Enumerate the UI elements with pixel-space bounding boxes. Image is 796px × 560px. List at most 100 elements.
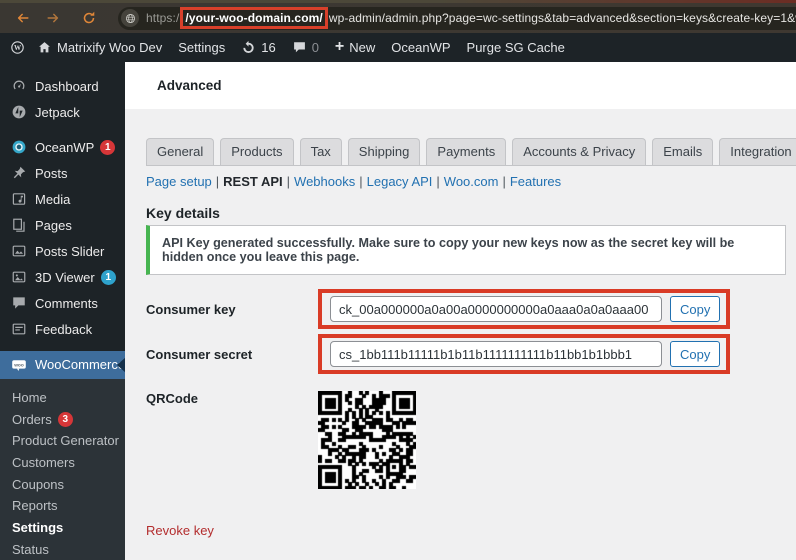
sidebar-item-label: Jetpack <box>35 105 80 120</box>
oceanwp-label: OceanWP <box>391 40 450 55</box>
submenu-item-label: Reports <box>12 498 58 513</box>
subtab-rest-api[interactable]: REST API <box>223 174 282 189</box>
count-badge: 1 <box>100 140 115 155</box>
tab-general[interactable]: General <box>146 138 214 165</box>
purge-cache-menu[interactable]: Purge SG Cache <box>467 40 565 55</box>
url-path: wp-admin/admin.php?page=wc-settings&tab=… <box>329 11 796 25</box>
tab-shipping[interactable]: Shipping <box>348 138 421 165</box>
sidebar-item-dashboard[interactable]: Dashboard <box>0 73 125 99</box>
consumer-key-row: Consumer key Copy <box>146 289 796 329</box>
count-badge: 1 <box>101 270 116 285</box>
subtab-separator: | <box>359 174 362 189</box>
submenu-item-settings[interactable]: Settings <box>0 517 125 539</box>
svg-text:W: W <box>14 44 21 52</box>
comment-bubble-icon <box>292 40 307 55</box>
tab-emails[interactable]: Emails <box>652 138 713 165</box>
submenu-item-product-generator[interactable]: Product Generator <box>0 430 125 452</box>
submenu-item-label: Settings <box>12 520 63 535</box>
sidebar-item-posts-slider[interactable]: Posts Slider <box>0 238 125 264</box>
submenu-item-label: Customers <box>12 455 75 470</box>
settings-menu[interactable]: Settings <box>178 40 225 55</box>
forward-icon[interactable] <box>42 7 64 29</box>
submenu-item-label: Product Generator <box>12 433 119 448</box>
submenu-item-label: Orders <box>12 412 52 427</box>
submenu-item-coupons[interactable]: Coupons <box>0 473 125 495</box>
tab-tax[interactable]: Tax <box>300 138 342 165</box>
sidebar-item-pages[interactable]: Pages <box>0 212 125 238</box>
site-info-icon[interactable] <box>121 9 139 27</box>
sidebar-item-label: Media <box>35 192 70 207</box>
site-menu[interactable]: Matrixify Woo Dev <box>37 40 162 55</box>
settings-subtabs: Page setup|REST API|Webhooks|Legacy API|… <box>146 174 796 189</box>
submenu-item-orders[interactable]: Orders 3 <box>0 408 125 430</box>
wordpress-icon: W <box>10 40 25 55</box>
subtab-features[interactable]: Features <box>510 174 561 189</box>
tab-products[interactable]: Products <box>220 138 293 165</box>
subtab-webhooks[interactable]: Webhooks <box>294 174 355 189</box>
feedback-icon <box>10 321 27 338</box>
subtab-legacy-api[interactable]: Legacy API <box>367 174 433 189</box>
sidebar-item-label: Dashboard <box>35 79 99 94</box>
revoke-key-link[interactable]: Revoke key <box>146 523 214 538</box>
new-content-menu[interactable]: + New <box>335 40 375 55</box>
consumer-secret-input[interactable] <box>330 341 662 367</box>
sidebar-item-feedback[interactable]: Feedback <box>0 316 125 342</box>
subtab-page-setup[interactable]: Page setup <box>146 174 212 189</box>
sidebar-item-media[interactable]: Media <box>0 186 125 212</box>
dashboard-icon <box>10 78 27 95</box>
sidebar-item-3d-viewer[interactable]: 3D Viewer 1 <box>0 264 125 290</box>
tab-integration[interactable]: Integration <box>719 138 796 165</box>
back-icon[interactable] <box>12 7 34 29</box>
tab-payments[interactable]: Payments <box>426 138 506 165</box>
subtab-separator: | <box>287 174 290 189</box>
sidebar-item-label: Feedback <box>35 322 92 337</box>
sidebar-item-posts[interactable]: Posts <box>0 160 125 186</box>
copy-consumer-secret-button[interactable]: Copy <box>670 341 720 367</box>
annotation-box-consumer-secret: Copy <box>318 334 730 374</box>
submenu-item-reports[interactable]: Reports <box>0 495 125 517</box>
sidebar-item-label: Posts <box>35 166 68 181</box>
sidebar-item-label: WooCommerce <box>35 357 125 372</box>
tab-accounts-privacy[interactable]: Accounts & Privacy <box>512 138 646 165</box>
site-name: Matrixify Woo Dev <box>57 40 162 55</box>
comments-count: 0 <box>312 40 319 55</box>
sidebar-item-label: Comments <box>35 296 98 311</box>
submenu-item-customers[interactable]: Customers <box>0 452 125 474</box>
sidebar-item-label: 3D Viewer <box>35 270 95 285</box>
wp-logo-menu[interactable]: W <box>10 40 25 55</box>
subtab-separator: | <box>216 174 219 189</box>
sidebar-item-oceanwp[interactable]: OceanWP 1 <box>0 134 125 160</box>
consumer-key-input[interactable] <box>330 296 662 322</box>
updates-menu[interactable]: 16 <box>241 40 275 55</box>
viewer-icon <box>10 269 27 286</box>
reload-icon[interactable] <box>78 7 100 29</box>
qrcode-row: QRCode <box>146 391 796 489</box>
submenu-item-label: Status <box>12 542 49 557</box>
sidebar-item-label: Posts Slider <box>35 244 104 259</box>
media-icon <box>10 191 27 208</box>
consumer-secret-label: Consumer secret <box>146 347 318 362</box>
address-bar[interactable]: https://your-woo-domain.com/wp-admin/adm… <box>118 7 796 30</box>
sidebar-item-woocommerce[interactable]: woo WooCommerce <box>0 351 125 379</box>
updates-count: 16 <box>261 40 275 55</box>
home-icon <box>37 40 52 55</box>
subtab-woo-com[interactable]: Woo.com <box>444 174 499 189</box>
submenu-item-status[interactable]: Status <box>0 538 125 560</box>
sidebar-item-label: Pages <box>35 218 72 233</box>
svg-text:woo: woo <box>13 363 24 368</box>
consumer-secret-row: Consumer secret Copy <box>146 334 796 374</box>
sidebar-item-jetpack[interactable]: Jetpack <box>0 99 125 125</box>
content-body: GeneralProducts TaxShippingPaymentsAccoun… <box>125 109 796 560</box>
count-badge: 3 <box>58 412 73 427</box>
copy-consumer-key-button[interactable]: Copy <box>670 296 720 322</box>
woocommerce-icon: woo <box>10 356 27 373</box>
submenu-item-home[interactable]: Home <box>0 387 125 409</box>
sidebar-item-label: OceanWP <box>35 140 94 155</box>
url-domain-highlight: /your-woo-domain.com/ <box>180 7 327 29</box>
success-notice: API Key generated successfully. Make sur… <box>146 225 786 275</box>
oceanwp-menu[interactable]: OceanWP <box>391 40 450 55</box>
sidebar-item-comments[interactable]: Comments <box>0 290 125 316</box>
browser-toolbar: https://your-woo-domain.com/wp-admin/adm… <box>0 3 796 33</box>
consumer-key-label: Consumer key <box>146 302 318 317</box>
comments-menu[interactable]: 0 <box>292 40 319 55</box>
